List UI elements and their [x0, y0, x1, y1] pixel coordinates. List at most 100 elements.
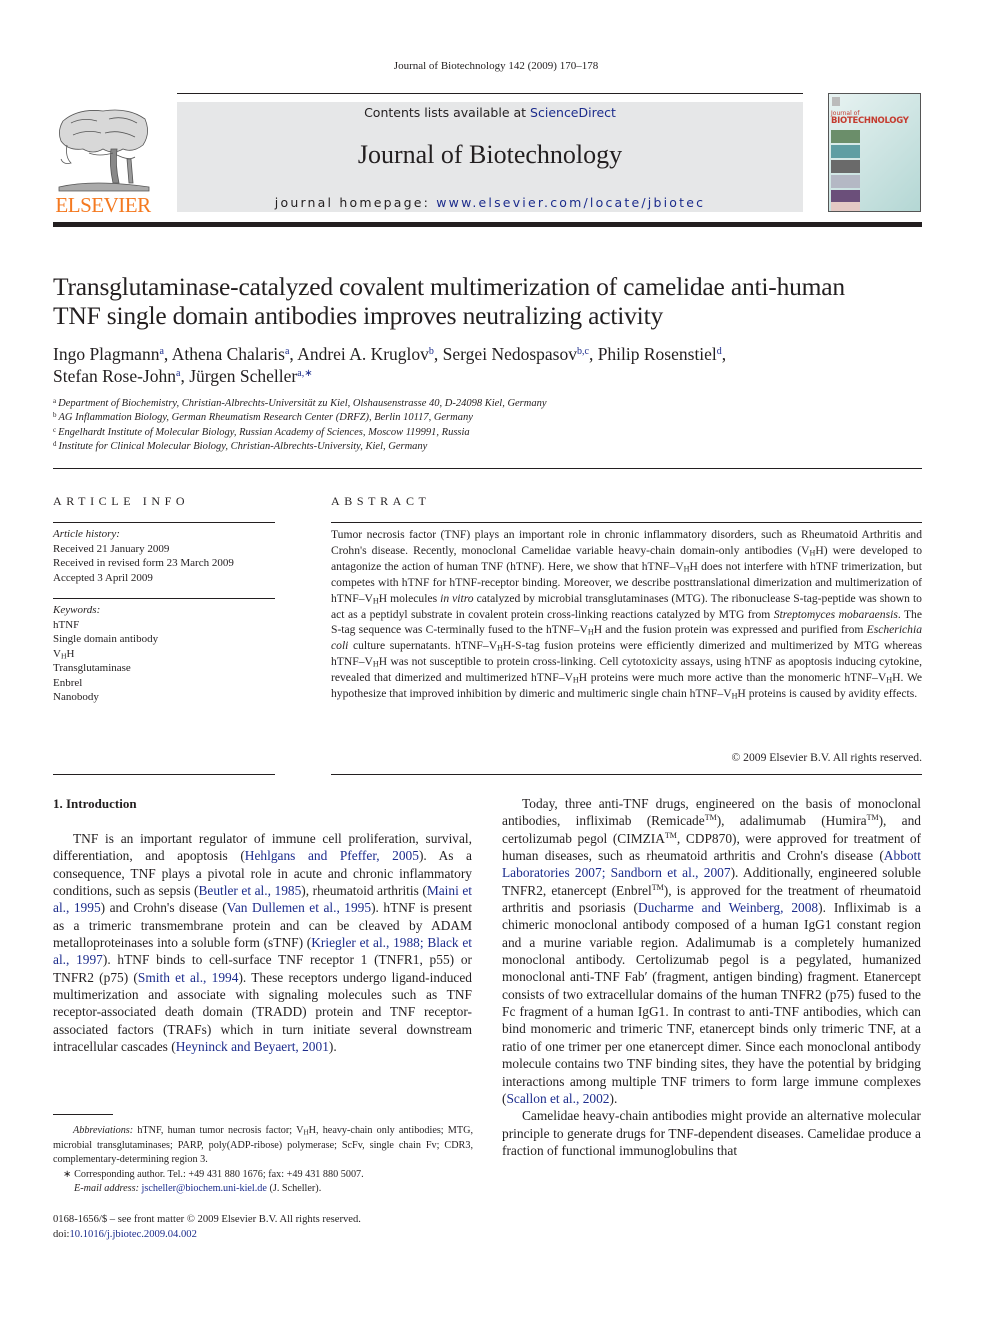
- abstract-text: Tumor necrosis factor (TNF) plays an imp…: [331, 528, 923, 701]
- author-name[interactable]: Ingo Plagmann: [53, 344, 159, 364]
- author-name[interactable]: Andrei A. Kruglov: [297, 344, 429, 364]
- subscript: H: [809, 548, 816, 558]
- keyword: Enbrel: [53, 676, 83, 689]
- affiliation: a Department of Biochemistry, Christian-A…: [53, 397, 933, 411]
- abbreviations-footnote: Abbreviations: hTNF, human tumor necrosi…: [53, 1124, 473, 1168]
- subscript: H: [497, 643, 503, 653]
- history-label: Article history:: [53, 528, 120, 540]
- species-name: Escherichia coli: [331, 623, 923, 653]
- trademark-superscript: TM: [866, 813, 879, 823]
- subscript: H: [572, 675, 579, 685]
- affiliation-key: d: [53, 439, 57, 448]
- body-paragraph: TNF is an important regulator of immune …: [53, 831, 473, 1055]
- citation-link[interactable]: Abbott Laboratories 2007; Sandborn et al…: [502, 848, 921, 880]
- vhh-term: VHH: [488, 639, 512, 653]
- trademark-superscript: TM: [664, 830, 677, 840]
- citation-link[interactable]: Heyninck and Beyaert, 2001: [176, 1039, 329, 1054]
- author-name[interactable]: Philip Rosenstiel: [598, 344, 717, 364]
- vhh-term: VHH: [296, 1125, 316, 1137]
- vhh-term: VHH: [723, 687, 746, 701]
- species-name: in vitro: [440, 591, 474, 605]
- affiliation-text: Institute for Clinical Molecular Biology…: [58, 440, 428, 452]
- affiliation-key: a: [53, 397, 57, 405]
- vhh-term: VHH: [364, 591, 388, 606]
- trademark-superscript: TM: [704, 813, 717, 823]
- article-info-bottom-rule: [53, 774, 275, 775]
- author-affiliation-marker[interactable]: a,∗: [297, 368, 312, 379]
- author-name[interactable]: Jürgen Scheller: [189, 366, 297, 386]
- cover-image-tile: [831, 175, 860, 188]
- abstract-heading: ABSTRACT: [331, 494, 431, 508]
- author-separator: ,: [433, 344, 443, 364]
- doi-label: doi:: [53, 1229, 70, 1240]
- subscript: H: [683, 564, 690, 574]
- author-name[interactable]: Athena Chalaris: [172, 344, 285, 364]
- affiliation: d Institute for Clinical Molecular Biolog…: [53, 440, 933, 454]
- footnotes: Abbreviations: hTNF, human tumor necrosi…: [53, 1124, 473, 1197]
- article-title: Transglutaminase-catalyzed covalent mult…: [53, 272, 933, 330]
- email-link[interactable]: jscheller@biochem.uni-kiel.de: [142, 1183, 267, 1194]
- email-note: E-mail address: jscheller@biochem.uni-ki…: [53, 1182, 473, 1197]
- contents-prefix: Contents lists available at: [364, 105, 531, 120]
- subscript: H: [587, 628, 594, 638]
- journal-cover-thumbnail: Journal of BIOTECHNOLOGY: [828, 93, 921, 212]
- subscript: H: [731, 691, 738, 701]
- article-title-line: TNF single domain antibodies improves ne…: [53, 301, 663, 330]
- history-accepted: Accepted 3 April 2009: [53, 571, 153, 584]
- homepage-line: journal homepage: www.elsevier.com/locat…: [177, 195, 803, 210]
- keyword: Single domain antibody: [53, 633, 159, 645]
- journal-header-banner: Contents lists available at ScienceDirec…: [177, 102, 803, 212]
- author-separator: ,: [721, 344, 727, 364]
- keyword: VHH: [53, 647, 75, 661]
- vhh-term: VHH: [877, 671, 901, 685]
- vhh-term: VHH: [564, 671, 588, 685]
- affiliation: c Engelhardt Institute of Molecular Biolo…: [53, 426, 933, 440]
- history-received: Received 21 January 2009: [53, 542, 170, 555]
- citation-link[interactable]: Kriegler et al., 1988; Black et al., 199…: [53, 935, 472, 967]
- doi-link[interactable]: 10.1016/j.jbiotec.2009.04.002: [69, 1229, 196, 1240]
- citation-link[interactable]: Hehlgans and Pfeffer, 2005: [245, 848, 419, 863]
- citation-link[interactable]: Smith et al., 1994: [138, 970, 239, 985]
- affiliation: b AG Inflammation Biology, German Rheumat…: [53, 411, 933, 425]
- author-list: Ingo Plagmanna, Athena Chalarisa, Andrei…: [53, 343, 933, 387]
- author-separator: ,: [163, 344, 172, 364]
- doi-line: doi:10.1016/j.jbiotec.2009.04.002: [53, 1227, 473, 1242]
- citation-link[interactable]: Van Dullemen et al., 1995: [227, 900, 371, 915]
- abbreviations-label: Abbreviations:: [73, 1125, 134, 1136]
- author-name[interactable]: Sergei Nedospasov: [443, 344, 577, 364]
- keywords: Keywords: hTNF Single domain antibody VH…: [53, 603, 275, 705]
- trademark-superscript: TM: [651, 882, 664, 892]
- affiliation-text: Department of Biochemistry, Christian-Al…: [58, 398, 547, 409]
- subscript: H: [372, 596, 379, 606]
- footnote-rule: [53, 1114, 113, 1115]
- keyword: hTNF: [53, 618, 80, 631]
- citation-link[interactable]: Scallon et al., 2002: [506, 1091, 609, 1106]
- email-suffix: (J. Scheller).: [266, 1183, 322, 1194]
- cover-image-tile: [831, 202, 860, 211]
- journal-title: Journal of Biotechnology: [357, 140, 623, 169]
- citation-link[interactable]: Ducharme and Weinberg, 2008: [638, 900, 818, 915]
- body-right-column: Today, three anti-TNF drugs, engineered …: [502, 795, 921, 1159]
- article-info-divider: [53, 522, 275, 523]
- homepage-link[interactable]: www.elsevier.com/locate/jbiotec: [436, 195, 705, 210]
- author-separator: ,: [180, 366, 190, 386]
- citation-link[interactable]: Beutler et al., 1985: [198, 883, 301, 898]
- subscript: H: [886, 675, 893, 685]
- header-top-rule: [177, 93, 803, 94]
- author-affiliation-marker[interactable]: b,c: [577, 346, 589, 357]
- contents-line: Contents lists available at ScienceDirec…: [177, 105, 803, 120]
- vhh-term: VHH: [364, 655, 388, 669]
- history-revised: Received in revised form 23 March 2009: [53, 557, 234, 569]
- cover-image-tile: [831, 130, 860, 143]
- cover-big-title: BIOTECHNOLOGY: [831, 116, 909, 126]
- vhh-term: VHH: [801, 543, 824, 558]
- affiliation-list: a Department of Biochemistry, Christian-A…: [53, 397, 933, 454]
- article-title-line: Transglutaminase-catalyzed covalent mult…: [53, 272, 845, 301]
- sciencedirect-link[interactable]: ScienceDirect: [530, 105, 616, 120]
- front-matter: 0168-1656/$ – see front matter © 2009 El…: [53, 1212, 473, 1242]
- keyword: Transglutaminase: [53, 662, 131, 674]
- cover-image-tile: [831, 145, 860, 158]
- author-name[interactable]: Stefan Rose-John: [53, 366, 176, 386]
- keywords-label: Keywords:: [53, 604, 101, 616]
- abstract-divider: [331, 522, 922, 523]
